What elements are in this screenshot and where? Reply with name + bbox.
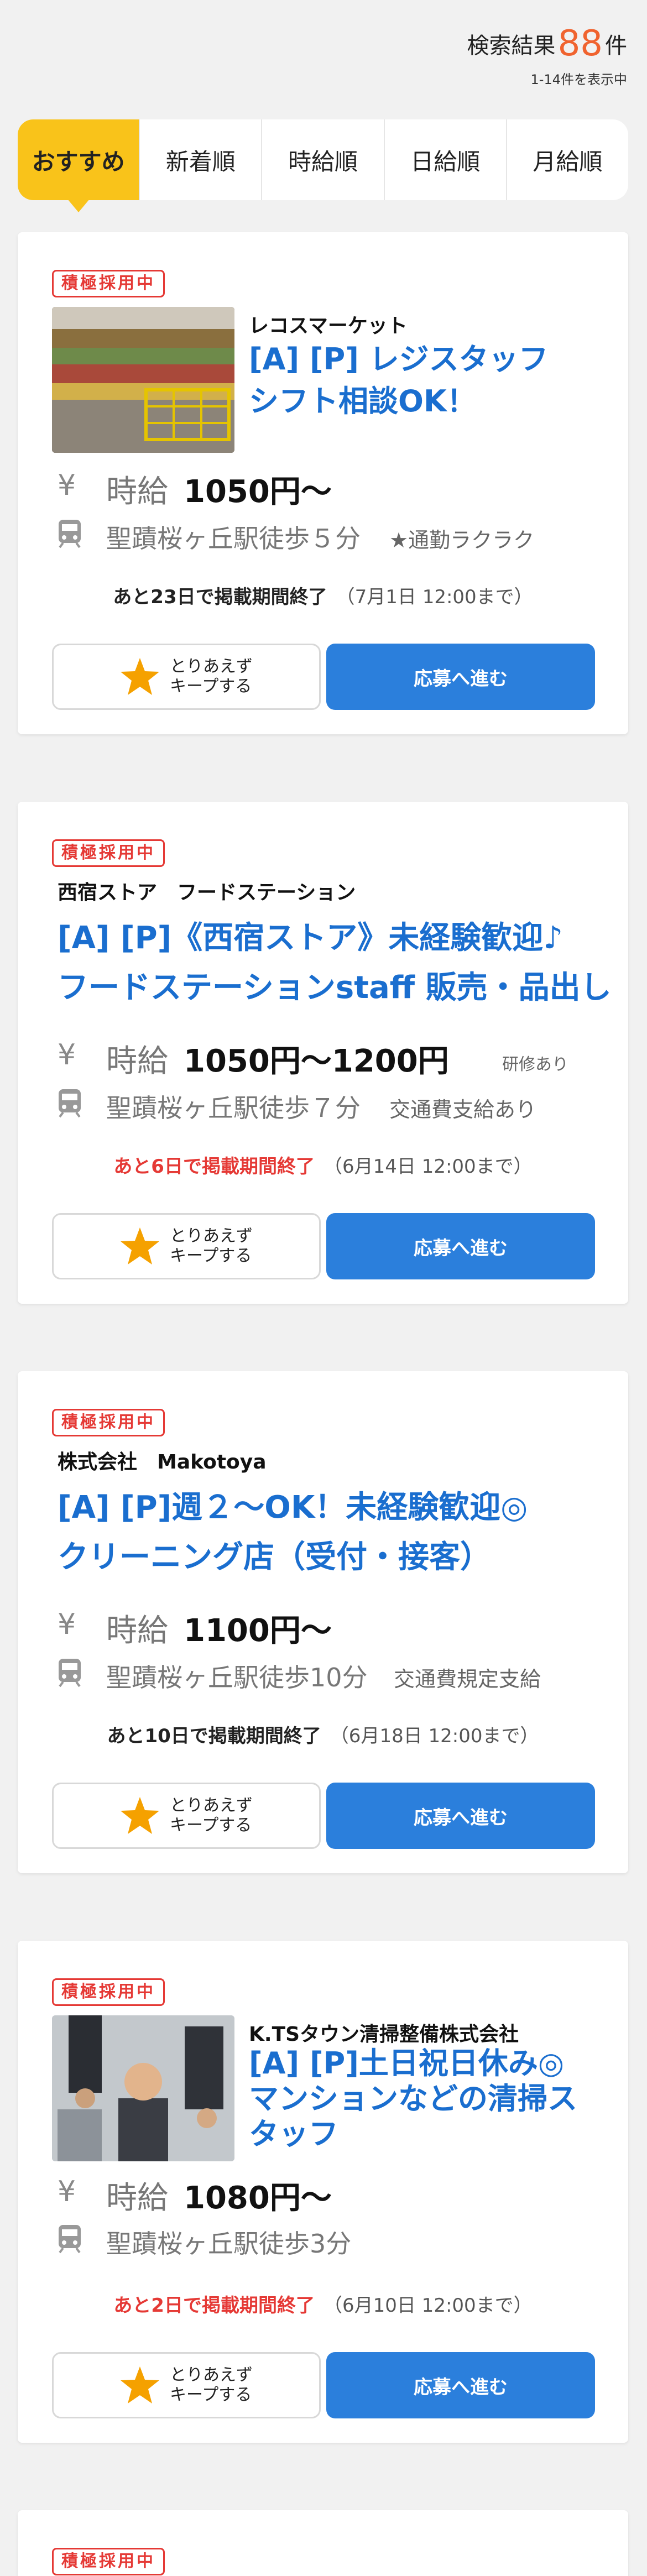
keep-button[interactable]: とりあえず キープする — [52, 1783, 321, 1849]
hiring-badge: 積極採用中 — [52, 1978, 165, 2006]
job-title[interactable]: [A] [P] レジスタッフ シフト相談OK！ — [249, 338, 549, 422]
tab-daily-wage[interactable]: 日給順 — [383, 119, 506, 200]
keep-label: とりあえず キープする — [170, 1796, 253, 1835]
wage-value: 1050円〜1200円 — [184, 1043, 449, 1079]
deadline: あと23日で掲載期間終了 （7月1日 12:00まで） — [18, 582, 628, 609]
job-photo-teamwork — [52, 2015, 234, 2161]
keep-label: とりあえず キープする — [170, 657, 253, 696]
station-access: 聖蹟桜ヶ丘駅徒歩５分 — [106, 524, 361, 553]
job-photo-supermarket — [52, 307, 234, 453]
yen-icon: ¥ — [58, 2175, 76, 2208]
company-name: K.TSタウン清掃整備株式会社 — [249, 2023, 519, 2046]
wage-value: 1050円〜 — [184, 474, 332, 510]
tab-monthly-wage[interactable]: 月給順 — [505, 119, 628, 200]
apply-button[interactable]: 応募へ進む — [326, 644, 595, 710]
keep-label: とりあえず キープする — [170, 1226, 253, 1266]
job-title-line: タッフ — [249, 2117, 338, 2151]
company-name: 西宿ストア フードステーション — [58, 881, 356, 904]
keep-button[interactable]: とりあえず キープする — [52, 644, 321, 710]
hiring-badge: 積極採用中 — [52, 270, 165, 297]
result-count-line: 検索結果88 件 — [467, 24, 627, 65]
deadline-remaining: あと2日で掲載期間終了 — [113, 2295, 315, 2317]
result-range: 1-14件を表示中 — [530, 72, 627, 87]
yen-icon: ¥ — [58, 469, 76, 502]
wage-value: 1080円〜 — [184, 2180, 332, 2216]
deadline: あと6日で掲載期間終了 （6月14日 12:00まで） — [18, 1151, 628, 1178]
yen-icon: ¥ — [58, 1038, 76, 1072]
job-card[interactable]: 積極採用中 K.TSタウン清掃整備株式会社 [A] [P]土日祝日休み◎ マンシ… — [18, 1941, 628, 2443]
job-title-line: フードステーションstaff 販売・品出し — [58, 970, 612, 1006]
job-title-line: [A] [P]《西宿ストア》未経験歓迎♪ — [58, 920, 563, 956]
job-card[interactable]: 積極採用中 株式会社 Makotoya [A] [P]週２〜OK！未経験歓迎◎ … — [18, 1371, 628, 1873]
station-access: 聖蹟桜ヶ丘駅徒歩10分 — [106, 1663, 368, 1692]
search-result-summary: 検索結果88 件 1-14件を表示中 — [467, 24, 627, 88]
wage-label: 時給 — [106, 1613, 168, 1649]
keep-button[interactable]: とりあえず キープする — [52, 2352, 321, 2418]
deadline-remaining: あと23日で掲載期間終了 — [113, 586, 327, 608]
job-title-line: シフト相談OK！ — [249, 384, 477, 419]
company-name: レコスマーケット — [249, 315, 408, 337]
job-title[interactable]: [A] [P]土日祝日休み◎ マンションなどの清掃ス タッフ — [249, 2046, 577, 2152]
wage-note: 研修あり — [502, 1055, 568, 1074]
wage-label: 時給 — [106, 474, 168, 510]
result-count: 88 — [557, 23, 603, 64]
job-title-line: クリーニング店（受付・接客） — [58, 1539, 491, 1575]
star-icon — [121, 658, 159, 695]
star-icon — [121, 1227, 159, 1265]
train-icon — [59, 2225, 81, 2254]
job-card[interactable]: 積極採用中 レコスマーケット [A] [P] レジスタッフ シフト相談OK！ ¥… — [18, 232, 628, 734]
wage-value: 1100円〜 — [184, 1613, 332, 1649]
deadline-date: （6月10日 12:00まで） — [323, 2295, 533, 2317]
apply-button[interactable]: 応募へ進む — [326, 1213, 595, 1279]
deadline: あと2日で掲載期間終了 （6月10日 12:00まで） — [18, 2290, 628, 2317]
perk-text: ★通勤ラクラク — [389, 528, 535, 552]
result-suffix: 件 — [605, 33, 627, 59]
job-title[interactable]: [A] [P]《西宿ストア》未経験歓迎♪ フードステーションstaff 販売・品… — [58, 913, 612, 1013]
deadline-date: （7月1日 12:00まで） — [336, 586, 533, 608]
apply-button[interactable]: 応募へ進む — [326, 1783, 595, 1849]
deadline-remaining: あと6日で掲載期間終了 — [113, 1156, 315, 1178]
train-icon — [59, 520, 81, 548]
train-icon — [59, 1089, 81, 1118]
deadline-date: （6月18日 12:00まで） — [330, 1725, 539, 1747]
star-icon — [121, 2366, 159, 2403]
job-title-line: マンションなどの清掃ス — [249, 2081, 577, 2116]
perk-text: 交通費規定支給 — [394, 1667, 541, 1691]
apply-button[interactable]: 応募へ進む — [326, 2352, 595, 2418]
job-card[interactable]: 積極採用中 西宿ストア フードステーション [A] [P]《西宿ストア》未経験歓… — [18, 802, 628, 1304]
station-access: 聖蹟桜ヶ丘駅徒歩７分 — [106, 1093, 361, 1123]
company-name: 株式会社 Makotoya — [58, 1451, 267, 1474]
deadline-remaining: あと10日で掲載期間終了 — [107, 1725, 321, 1747]
sort-tabs: おすすめ 新着順 時給順 日給順 月給順 — [18, 119, 628, 212]
job-title-line: [A] [P] レジスタッフ — [249, 342, 549, 377]
tab-newest[interactable]: 新着順 — [139, 119, 261, 200]
train-icon — [59, 1659, 81, 1687]
job-title[interactable]: [A] [P]週２〜OK！未経験歓迎◎ クリーニング店（受付・接客） — [58, 1483, 528, 1582]
tab-hourly-wage[interactable]: 時給順 — [261, 119, 383, 200]
job-title-line: [A] [P]土日祝日休み◎ — [249, 2046, 565, 2081]
hiring-badge: 積極採用中 — [52, 839, 165, 867]
job-card[interactable]: 積極採用中 — [18, 2510, 628, 2576]
keep-button[interactable]: とりあえず キープする — [52, 1213, 321, 1279]
deadline: あと10日で掲載期間終了 （6月18日 12:00まで） — [18, 1721, 628, 1748]
wage-label: 時給 — [106, 2180, 168, 2216]
yen-icon: ¥ — [58, 1608, 76, 1641]
deadline-date: （6月14日 12:00まで） — [323, 1156, 533, 1178]
perk-text: 交通費支給あり — [389, 1098, 537, 1122]
job-title-line: [A] [P]週２〜OK！未経験歓迎◎ — [58, 1490, 528, 1525]
result-prefix: 検索結果 — [467, 33, 556, 59]
keep-label: とりあえず キープする — [170, 2365, 253, 2405]
tab-recommended[interactable]: おすすめ — [18, 119, 139, 212]
hiring-badge: 積極採用中 — [52, 1409, 165, 1436]
hiring-badge: 積極採用中 — [52, 2548, 165, 2575]
wage-label: 時給 — [106, 1043, 168, 1079]
station-access: 聖蹟桜ヶ丘駅徒歩3分 — [106, 2229, 352, 2259]
star-icon — [121, 1797, 159, 1834]
